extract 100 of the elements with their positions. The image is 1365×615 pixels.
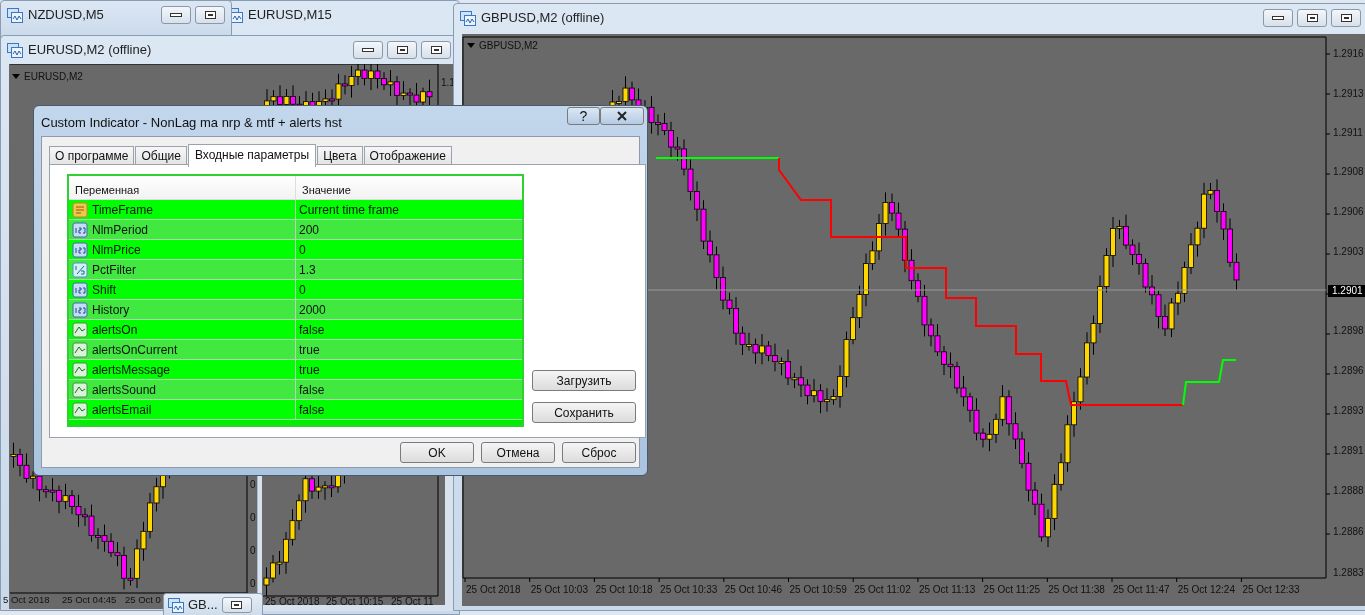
table-row[interactable]: alertsOnCurrent true <box>69 340 522 360</box>
parameter-value: false <box>299 403 325 416</box>
dialog-title: Custom Indicator - NonLag ma nrp & mtf + alerts hst <box>41 114 342 132</box>
table-row[interactable]: TimeFrame Current time frame <box>69 200 522 220</box>
restore-icon <box>231 601 243 609</box>
dialog-button[interactable]: Отмена <box>481 442 555 463</box>
parameter-value: true <box>299 363 320 376</box>
minimize-icon <box>362 48 374 52</box>
column-header: Значение <box>301 183 352 198</box>
minimize-icon <box>170 13 182 17</box>
table-row[interactable]: NlmPrice 0 <box>69 240 522 260</box>
price-label: 1.2903 <box>1333 247 1364 257</box>
tab[interactable]: Общие <box>135 146 187 166</box>
parameter-name: Shift <box>92 283 116 296</box>
price-label: 0 <box>250 480 256 490</box>
column-header: Переменная <box>69 176 296 199</box>
chart-symbol-label: EURUSD,M2 <box>24 70 83 84</box>
table-row[interactable]: Shift 0 <box>69 280 522 300</box>
time-label: 25 Oct 11:02 <box>854 585 911 595</box>
side-button[interactable]: Сохранить <box>532 402 636 423</box>
tab[interactable]: Цвета <box>317 146 363 166</box>
price-label: 0 <box>250 579 256 589</box>
parameter-value: 0 <box>299 243 306 256</box>
parameter-name: NlmPrice <box>92 243 141 256</box>
close-button[interactable] <box>600 107 644 125</box>
parameter-value: false <box>299 383 325 396</box>
chart-window-icon <box>7 7 23 23</box>
restore-button[interactable] <box>421 41 451 59</box>
window-title: GB... <box>188 596 218 615</box>
boolean-type-icon <box>72 341 88 358</box>
minimize-button[interactable] <box>353 41 383 59</box>
parameter-value: 0 <box>299 283 306 296</box>
parameter-name: alertsEmail <box>92 403 152 416</box>
restore-button[interactable] <box>195 6 225 24</box>
dialog-button[interactable]: OK <box>400 442 474 463</box>
table-row[interactable]: alertsEmail false <box>69 400 522 420</box>
decimal-type-icon <box>72 261 88 278</box>
time-label: 25 Oct 11:13 <box>918 585 976 595</box>
price-label: 0 <box>250 513 256 523</box>
time-label: 25 Oct 04:45 <box>62 595 117 605</box>
tab[interactable]: Входные параметры <box>187 144 317 167</box>
chart-symbol-label: GBPUSD,M2 <box>479 39 538 53</box>
restore-button[interactable] <box>221 597 252 613</box>
time-label: 25 Oct 10:59 <box>789 585 847 595</box>
parameter-name: alertsOnCurrent <box>92 343 178 356</box>
time-label: 25 Oct 2018 <box>466 585 521 595</box>
integer-type-icon <box>72 221 88 238</box>
boolean-type-icon <box>72 381 88 398</box>
table-row[interactable]: alertsMessage true <box>69 360 522 380</box>
parameter-value: 2000 <box>299 303 326 316</box>
parameter-value: false <box>299 323 325 336</box>
tab[interactable]: Отображение <box>363 146 452 166</box>
boolean-type-icon <box>72 401 88 418</box>
window-title: EURUSD,M2 (offline) <box>28 41 152 60</box>
minimize-button[interactable] <box>1263 9 1293 27</box>
tab[interactable]: О программе <box>49 146 135 166</box>
time-label: 25 Oct 11:38 <box>1048 585 1105 595</box>
restore-icon <box>430 46 442 54</box>
price-label: 1.2898 <box>1333 326 1364 336</box>
restore-button[interactable] <box>387 41 417 59</box>
minimize-button[interactable] <box>161 6 191 24</box>
time-label: 25 Oct 10:18 <box>595 585 653 595</box>
text-type-icon <box>72 201 88 218</box>
price-label: 0 <box>250 546 256 556</box>
price-label: 1.2891 <box>1333 446 1364 456</box>
restore-icon <box>204 11 216 19</box>
window-title: NZDUSD,M5 <box>28 6 104 25</box>
table-row[interactable]: PctFilter 1.3 <box>69 260 522 280</box>
minimized-window[interactable]: GB... <box>163 593 263 615</box>
restore-button[interactable] <box>1297 9 1327 27</box>
price-label: 1.2913 <box>1333 89 1364 99</box>
integer-type-icon <box>72 281 88 298</box>
table-row[interactable]: NlmPeriod 200 <box>69 220 522 240</box>
help-button[interactable]: ? <box>567 107 600 125</box>
boolean-type-icon <box>72 361 88 378</box>
price-label: 1.2906 <box>1333 207 1364 217</box>
table-row[interactable]: alertsOn false <box>69 320 522 340</box>
time-label: 25 Oct 10:03 <box>530 585 588 595</box>
parameter-name: NlmPeriod <box>92 223 148 236</box>
side-button[interactable]: Загрузить <box>532 370 636 391</box>
chart-window-icon <box>7 42 23 58</box>
dialog-button[interactable]: Сброс <box>562 442 636 463</box>
time-label: 25 Oct 10:15 <box>326 597 384 607</box>
restore-icon <box>1306 14 1318 22</box>
dropdown-triangle-icon[interactable] <box>467 43 475 48</box>
boolean-type-icon <box>72 321 88 338</box>
integer-type-icon <box>72 241 88 258</box>
time-label: 5 Oct 2018 <box>3 595 50 605</box>
minimize-icon <box>1272 16 1284 20</box>
parameter-value: Current time frame <box>299 203 400 216</box>
parameter-value: true <box>299 343 320 356</box>
table-row[interactable]: alertsSound false <box>69 380 522 400</box>
price-label: 1.2911 <box>1333 128 1363 138</box>
restore-button[interactable] <box>1331 9 1361 27</box>
price-label: 1.2908 <box>1333 167 1364 177</box>
time-label: 25 Oct 11 <box>391 597 434 607</box>
dropdown-triangle-icon[interactable] <box>12 74 20 79</box>
chart-window-icon <box>168 597 184 613</box>
price-label: 1.2886 <box>1333 527 1364 537</box>
table-row[interactable]: History 2000 <box>69 300 522 320</box>
